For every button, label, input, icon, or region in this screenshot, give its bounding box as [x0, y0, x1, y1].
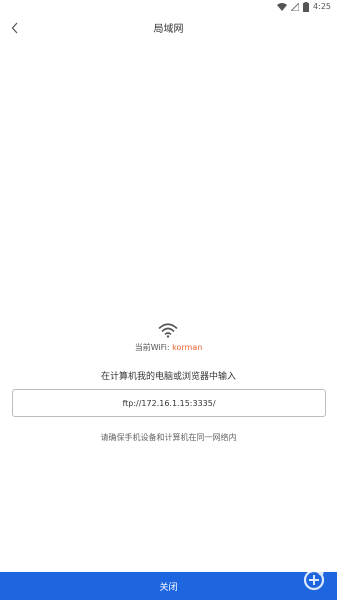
network-note: 请确保手机设备和计算机在同一网络内 [100, 433, 237, 442]
page-title: 局域网 [153, 24, 184, 35]
instruction-text: 在计算机我的电脑或浏览器中输入 [100, 372, 236, 382]
status-time: 4:25 [313, 2, 331, 11]
current-wifi: 当前WiFi: korman [0, 342, 337, 353]
screen: 4:25 局域网 当前WiFi: korman 在计算机我的电脑或浏览器中输入 … [0, 0, 337, 600]
battery-icon [303, 2, 310, 12]
wifi-status-icon [277, 3, 288, 11]
current-wifi-label: 当前WiFi: [134, 343, 173, 352]
title-bar: 局域网 [0, 14, 337, 42]
ftp-address-box[interactable]: ftp://172.16.1.15:3335/ [12, 389, 326, 417]
ftp-address[interactable]: ftp://172.16.1.15:3335/ [122, 399, 215, 408]
signal-off-icon [291, 3, 300, 11]
status-icons: 4:25 [277, 2, 331, 12]
wifi-icon [158, 323, 178, 338]
current-wifi-name: korman [172, 343, 203, 352]
status-bar: 4:25 [0, 0, 337, 14]
close-button[interactable]: 关闭 [0, 572, 337, 600]
close-button-label: 关闭 [159, 582, 178, 593]
watermark-logo-icon [303, 569, 325, 591]
